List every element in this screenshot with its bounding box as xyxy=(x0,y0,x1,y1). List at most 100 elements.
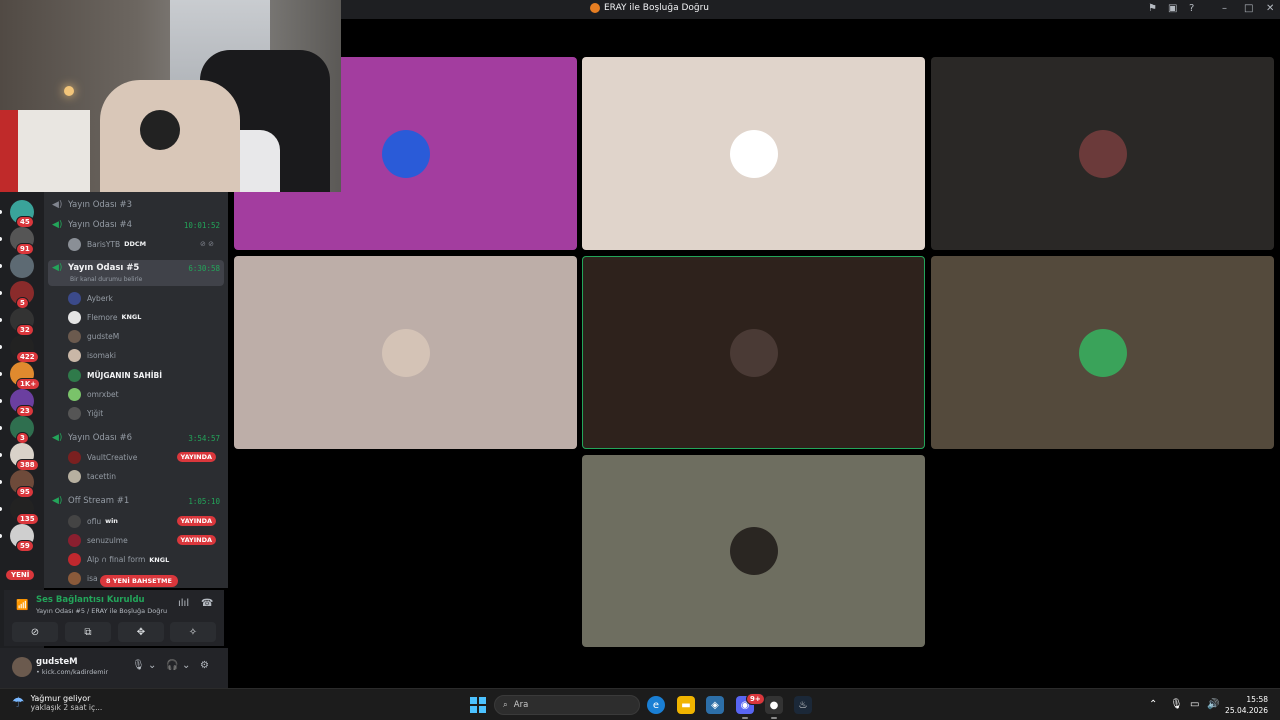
live-badge[interactable]: YAYINDA xyxy=(176,516,216,526)
voice-user[interactable]: VaultCreative YAYINDA xyxy=(68,448,220,466)
channel-name: Yayın Odası #4 xyxy=(68,220,133,230)
username: gudsteM xyxy=(87,332,120,342)
maximize-icon[interactable]: □ xyxy=(1244,3,1253,15)
volume-icon[interactable]: 🔊 xyxy=(1207,699,1219,710)
chevron-down-icon[interactable]: ⌄ xyxy=(148,660,156,671)
username: Alp ∩ final form xyxy=(87,555,146,565)
username: isomaki xyxy=(87,351,116,361)
video-tile[interactable] xyxy=(582,57,925,250)
video-tile[interactable] xyxy=(582,256,925,449)
weather-widget[interactable]: ☂ Yağmur geliyor yaklaşık 2 saat iç... xyxy=(12,694,102,712)
username: BarisYTB xyxy=(87,239,121,249)
steam-icon[interactable]: ♨ xyxy=(794,696,812,714)
speaker-icon: ◀) xyxy=(52,263,63,273)
video-tile[interactable] xyxy=(931,256,1274,449)
channel-timer: 6:30:58 xyxy=(188,264,220,273)
voice-user[interactable]: tacettin xyxy=(68,467,220,485)
voice-user[interactable]: Alp ∩ final form KNGL xyxy=(68,551,220,569)
inbox-icon[interactable]: ▣ xyxy=(1168,3,1177,15)
chevron-up-icon[interactable]: ⌃ xyxy=(1149,699,1157,710)
user-panel: gudsteM • kick.com/kadirdemir 🎙 ⌄ 🎧 ⌄ ⚙ xyxy=(0,648,228,688)
voice-channel[interactable]: ◀) Off Stream #1 1:05:10 xyxy=(48,492,224,510)
participant-avatar xyxy=(1078,328,1127,377)
minimize-icon[interactable]: – xyxy=(1222,3,1227,15)
voice-user[interactable]: Yiğit xyxy=(68,405,220,423)
voice-user[interactable]: senuzulme YAYINDA xyxy=(68,531,220,549)
video-tile[interactable] xyxy=(234,256,577,449)
participant-avatar xyxy=(381,328,430,377)
soundboard-button[interactable]: ✧ xyxy=(170,622,216,642)
voice-location[interactable]: Yayın Odası #5 / ERAY ile Boşluğa Doğru xyxy=(36,607,167,615)
pin-icon[interactable]: ⚑ xyxy=(1148,3,1157,15)
mention-badge: 23 xyxy=(16,405,34,417)
unread-indicator xyxy=(0,318,2,322)
app-icon[interactable]: ◈ xyxy=(706,696,724,714)
noise-suppression-icon[interactable]: ılıl xyxy=(178,598,189,609)
signal-icon[interactable]: 📶 xyxy=(16,600,28,611)
voice-user[interactable]: oflu win YAYINDA xyxy=(68,512,220,530)
live-badge[interactable]: YAYINDA xyxy=(176,452,216,462)
channel-status[interactable]: Bir kanal durumu belirle xyxy=(70,276,142,283)
edge-icon[interactable]: e xyxy=(647,696,665,714)
webcam-red-panel xyxy=(0,110,18,192)
avatar xyxy=(68,553,81,567)
voice-channel[interactable]: ◀) Yayın Odası #6 3:54:57 xyxy=(48,429,224,447)
microphone-icon[interactable]: 🎙 xyxy=(1170,699,1183,710)
search-icon: ⌕ xyxy=(503,700,508,710)
clan-tag: KNGL xyxy=(121,313,142,322)
voice-user[interactable]: Ayberk xyxy=(68,289,220,307)
new-mentions-pill[interactable]: 8 YENİ BAHSETME xyxy=(100,575,178,587)
voice-user[interactable]: Flemore KNGL xyxy=(68,308,220,326)
network-icon[interactable]: ▭ xyxy=(1190,699,1199,710)
username: VaultCreative xyxy=(87,452,138,462)
voice-user[interactable]: isomaki xyxy=(68,347,220,365)
file-explorer-icon[interactable]: ▬ xyxy=(677,696,695,714)
help-icon[interactable]: ? xyxy=(1189,3,1194,15)
voice-status[interactable]: Ses Bağlantısı Kuruldu xyxy=(36,595,145,605)
window-title-text: ERAY ile Boşluğa Doğru xyxy=(604,3,710,13)
weather-title: Yağmur geliyor xyxy=(30,694,91,703)
server-icon[interactable] xyxy=(10,254,34,278)
voice-channel[interactable]: ◀) Yayın Odası #3 xyxy=(48,196,224,214)
disconnect-icon[interactable]: ☎ xyxy=(201,598,213,609)
avatar[interactable] xyxy=(12,657,32,677)
voice-user[interactable]: gudsteM xyxy=(68,328,220,346)
search-box[interactable]: ⌕ Ara xyxy=(494,695,640,715)
settings-gear-icon[interactable]: ⚙ xyxy=(200,660,209,671)
speaker-icon: ◀) xyxy=(52,433,63,443)
channel-timer: 1:05:10 xyxy=(188,496,220,506)
start-button[interactable] xyxy=(470,697,486,713)
new-badge[interactable]: YENİ xyxy=(6,570,35,580)
video-tile[interactable] xyxy=(582,455,925,647)
clock[interactable]: 15:58 25.04.2026 xyxy=(1225,694,1268,716)
unread-indicator xyxy=(0,507,2,511)
live-badge[interactable]: YAYINDA xyxy=(176,535,216,546)
headphones-icon[interactable]: 🎧 xyxy=(166,660,178,671)
screen-share-button[interactable]: ⧉ xyxy=(65,622,111,642)
window-title: ERAY ile Boşluğa Doğru xyxy=(590,3,709,13)
activities-button[interactable]: ✥ xyxy=(118,622,164,642)
chevron-down-icon[interactable]: ⌄ xyxy=(182,660,190,671)
voice-user[interactable]: MÜJGANIN SAHİBİ xyxy=(68,366,220,384)
close-icon[interactable]: ✕ xyxy=(1266,3,1274,15)
username: Yiğit xyxy=(87,409,104,419)
current-username[interactable]: gudsteM xyxy=(36,657,78,667)
avatar xyxy=(68,291,81,305)
mention-badge: 95 xyxy=(16,486,34,498)
participant-avatar xyxy=(729,328,778,377)
voice-channel[interactable]: ◀) Yayın Odası #4 10:01:52 xyxy=(48,216,224,234)
avatar xyxy=(68,310,81,324)
voice-channel-active[interactable]: ◀) Yayın Odası #5 6:30:58 Bir kanal duru… xyxy=(48,260,224,286)
unread-indicator xyxy=(0,210,2,214)
custom-status: • kick.com/kadirdemir xyxy=(36,668,109,676)
voice-user[interactable]: BarisYTB DDCM ⊘ ⊘ xyxy=(68,235,220,253)
microphone-icon[interactable]: 🎙 xyxy=(132,660,145,671)
obs-icon[interactable]: ● xyxy=(765,696,783,719)
camera-toggle-button[interactable]: ⊘ xyxy=(12,622,58,642)
clock-date: 25.04.2026 xyxy=(1225,706,1268,715)
username: tacettin xyxy=(87,471,116,481)
video-tile[interactable] xyxy=(931,57,1274,250)
voice-user[interactable]: omrxbet xyxy=(68,386,220,404)
channel-name: Yayın Odası #5 xyxy=(68,263,140,273)
unread-indicator xyxy=(0,399,2,403)
